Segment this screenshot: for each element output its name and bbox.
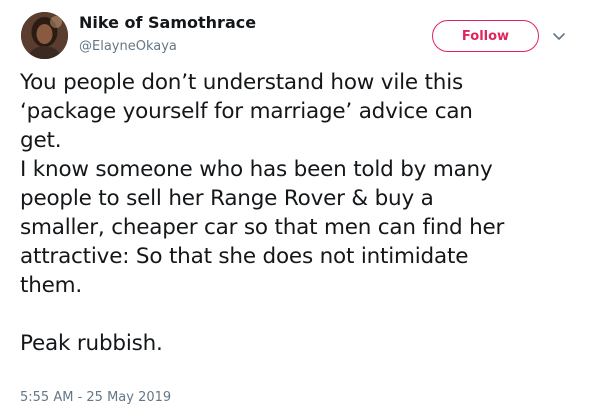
tweet-text-line: I know someone who has been told by many: [20, 157, 493, 182]
avatar[interactable]: [21, 12, 68, 59]
follow-button[interactable]: Follow: [432, 20, 539, 52]
tweet-text-line: ‘package yourself for marriage’ advice c…: [20, 99, 473, 124]
tweet-text-line: You people don’t understand how vile thi…: [20, 70, 463, 95]
avatar-image: [21, 12, 68, 59]
tweet-timestamp[interactable]: 5:55 AM - 25 May 2019: [20, 390, 171, 405]
chevron-down-icon[interactable]: [551, 28, 567, 44]
tweet-text-line: attractive: So that she does not intimid…: [20, 244, 469, 269]
tweet-card: Nike of Samothrace @ElayneOkaya Follow Y…: [0, 0, 598, 411]
paragraph-break: [20, 300, 585, 329]
tweet-text: You people don’t understand how vile thi…: [20, 68, 585, 358]
author-handle[interactable]: @ElayneOkaya: [79, 39, 177, 54]
tweet-text-line: get.: [20, 128, 62, 153]
author-display-name[interactable]: Nike of Samothrace: [79, 13, 256, 32]
tweet-text-line: smaller, cheaper car so that men can fin…: [20, 215, 505, 240]
tweet-text-closing: Peak rubbish.: [20, 331, 163, 356]
tweet-text-line: them.: [20, 273, 83, 298]
tweet-text-line: people to sell her Range Rover & buy a: [20, 186, 434, 211]
